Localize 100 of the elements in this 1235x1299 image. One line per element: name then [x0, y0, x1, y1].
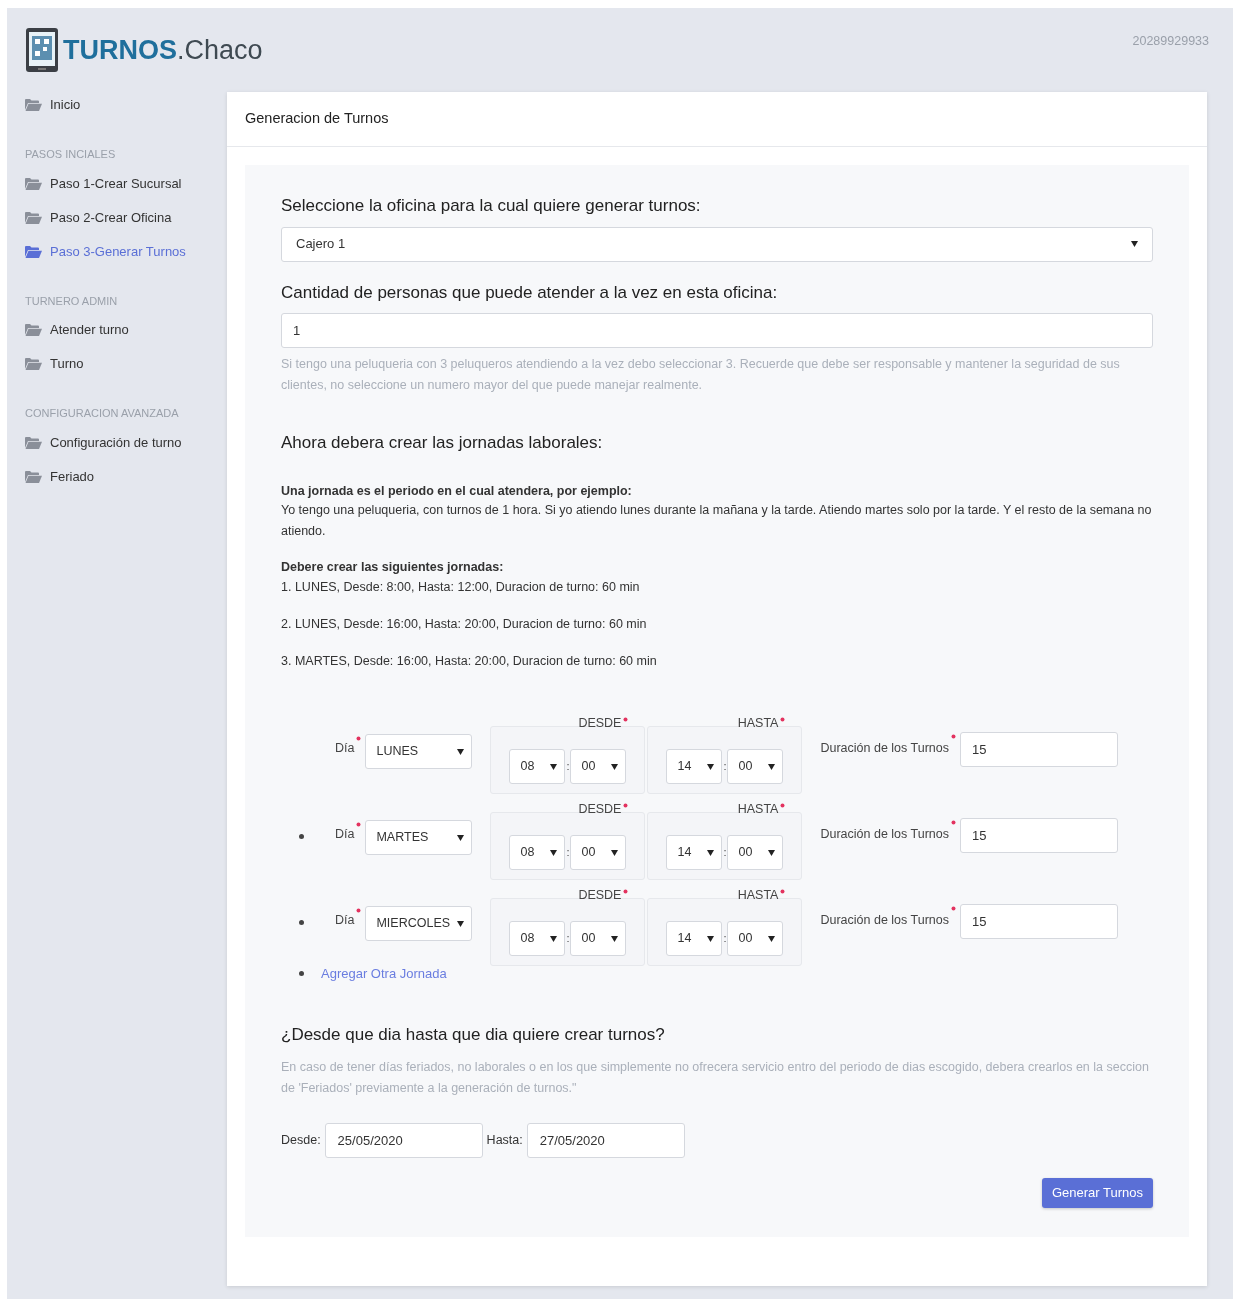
time-separator: : [566, 931, 570, 947]
time-separator: : [566, 759, 570, 775]
required-icon [623, 803, 629, 808]
caret-icon [707, 935, 715, 942]
to-label: Hasta: [486, 1132, 523, 1149]
sidebar-item[interactable]: Inicio [25, 94, 227, 116]
sidebar-item[interactable]: Paso 1-Crear Sucursal [25, 172, 227, 195]
dropdown[interactable]: MIERCOLES [365, 906, 473, 941]
section-heading: ¿Desde que dia hasta que dia quiere crear turnos? [281, 1023, 666, 1046]
folder-icon [25, 324, 42, 336]
caret-icon [611, 763, 619, 770]
folder-icon [25, 358, 42, 370]
required-icon [780, 717, 786, 722]
required-icon [356, 822, 362, 827]
caret-icon [611, 849, 619, 856]
duration-input[interactable]: 15 [960, 904, 1118, 939]
example-text: Yo tengo una peluqueria, con turnos de 1 hora. Si yo atiendo lunes durante la mañana y la tarde. Atiendo martes solo por la tarde. Y el resto de la semana no atiendo. [281, 502, 1153, 541]
section-heading: Ahora debera crear las jornadas laborales: [281, 432, 604, 454]
dropdown[interactable]: 00 [570, 749, 627, 784]
from-date-field[interactable]: 25/05/2020 [324, 1123, 483, 1158]
section-heading: CONFIGURACION AVANZADA [25, 406, 180, 421]
dropdown[interactable]: MARTES [365, 820, 473, 855]
caret-icon [1131, 241, 1138, 247]
caret-icon [768, 935, 776, 942]
dropdown[interactable]: 14 [666, 749, 723, 784]
section-heading: TURNERO ADMIN [25, 293, 119, 309]
caret-icon [457, 920, 465, 927]
caret-icon [550, 849, 558, 856]
duration-input[interactable]: 15 [960, 818, 1118, 853]
dropdown[interactable]: 00 [570, 835, 627, 870]
required-icon [780, 889, 786, 894]
caret-icon [550, 763, 558, 770]
required-icon [951, 734, 956, 739]
caret-icon [768, 763, 776, 770]
dropdown[interactable]: 00 [727, 749, 784, 784]
phone-qr-icon [25, 27, 61, 73]
caret-icon [611, 935, 619, 942]
sidebar-item[interactable]: Feriado [25, 465, 227, 488]
required-icon [356, 736, 362, 741]
example-title: Debere crear las siguientes jornadas: [281, 559, 505, 577]
folder-icon [25, 211, 42, 224]
office-select[interactable]: Cajero 1 [281, 226, 1153, 262]
caret-icon [550, 935, 558, 942]
dropdown[interactable]: 08 [509, 835, 566, 870]
bullet-icon [299, 971, 304, 977]
time-label: DESDE [578, 801, 622, 817]
caret-icon [707, 849, 715, 856]
dropdown[interactable]: 00 [727, 835, 784, 870]
required-icon [356, 908, 362, 913]
folder-icon [25, 436, 42, 449]
dropdown[interactable]: 08 [509, 749, 566, 784]
sidebar-item[interactable]: Paso 2-Crear Oficina [25, 206, 227, 229]
sidebar-item[interactable]: Atender turno [25, 319, 227, 341]
day-label: Día [335, 740, 355, 757]
example-line: 2. LUNES, Desde: 16:00, Hasta: 20:00, Duracion de turno: 60 min [281, 616, 648, 633]
example-title: Una jornada es el periodo en el cual atendera, por ejemplo: [281, 482, 633, 500]
dropdown[interactable]: 00 [570, 921, 627, 956]
time-label: HASTA [737, 715, 779, 731]
dropdown[interactable]: LUNES [365, 734, 473, 769]
caret-icon [457, 748, 465, 755]
dropdown[interactable]: 00 [727, 921, 784, 956]
dropdown[interactable]: 08 [509, 921, 566, 956]
dropdown[interactable]: 14 [666, 835, 723, 870]
add-jornada-link[interactable]: Agregar Otra Jornada [321, 964, 447, 984]
time-separator: : [723, 845, 727, 861]
time-separator: : [566, 845, 570, 861]
example-line: 1. LUNES, Desde: 8:00, Hasta: 12:00, Duracion de turno: 60 min [281, 579, 641, 596]
folder-icon [25, 99, 42, 111]
required-icon [780, 803, 786, 808]
caret-icon [457, 834, 465, 841]
to-date-field[interactable]: 27/05/2020 [526, 1123, 685, 1158]
generate-button[interactable]: Generar Turnos [1041, 1178, 1153, 1208]
brand-logo: TURNOS.Chaco [63, 36, 263, 64]
from-label: Desde: [281, 1132, 321, 1149]
sidebar-item[interactable]: Turno [25, 353, 227, 375]
duration-label: Duración de los Turnos [820, 740, 949, 757]
card-title: Generacion de Turnos [245, 109, 389, 129]
time-separator: : [723, 931, 727, 947]
time-label: DESDE [578, 715, 622, 731]
sidebar-item[interactable]: Paso 3-Generar Turnos [25, 240, 227, 263]
required-icon [951, 906, 956, 911]
caret-icon [768, 849, 776, 856]
capacity-input[interactable]: 1 [281, 313, 1153, 348]
duration-input[interactable]: 15 [960, 732, 1118, 767]
folder-icon [25, 470, 42, 483]
section-heading: PASOS INCIALES [25, 147, 117, 162]
time-label: HASTA [737, 801, 779, 817]
day-label: Día [335, 912, 355, 929]
user-id: 20289929933 [1132, 33, 1209, 50]
required-icon [623, 889, 629, 894]
folder-icon [25, 177, 42, 190]
dropdown[interactable]: 14 [666, 921, 723, 956]
help-text: Si tengo una peluqueria con 3 peluqueros atendiendo a la vez debo seleccionar 3. Recuerde que debe ser responsable y mantener la seguridad de sus clientes, no seleccione un numero mayor del que puede manejar realmente. [281, 356, 1121, 394]
time-label: HASTA [737, 887, 779, 903]
sidebar-item[interactable]: Configuración de turno [25, 431, 227, 454]
duration-label: Duración de los Turnos [820, 826, 949, 843]
required-icon [623, 717, 629, 722]
help-text: En caso de tener días feriados, no laborales o en los que simplemente no ofrecera servicio entro del periodo de dias escogido, debera crearlos en la seccion de 'Feriados' previamente a la generación de turnos." [281, 1059, 1150, 1097]
field-label: Cantidad de personas que puede atender a la vez en esta oficina: [281, 281, 779, 304]
time-separator: : [723, 759, 727, 775]
